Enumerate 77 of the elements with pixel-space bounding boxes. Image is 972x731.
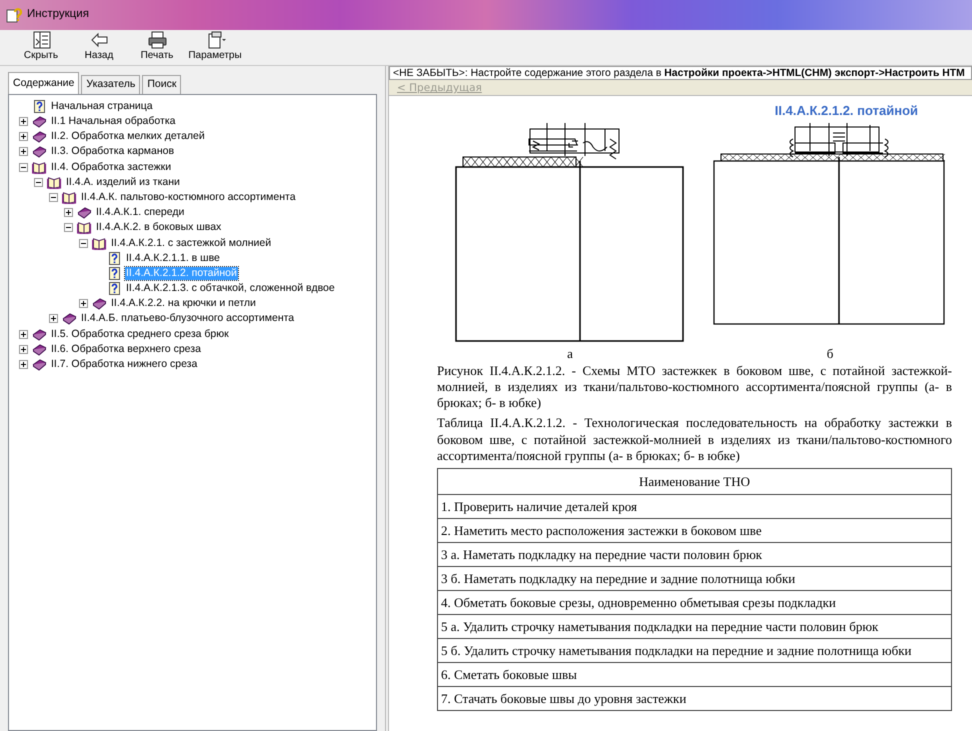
- tree-item[interactable]: II.4.А.К.2.2. на крючки и петли: [110, 297, 257, 310]
- book-icon: [32, 358, 47, 372]
- table-cell: 7. Стачать боковые швы до уровня застежки: [438, 686, 952, 711]
- help-page-icon: [107, 282, 122, 296]
- collapse-icon[interactable]: [49, 192, 58, 202]
- table-cell: 5 а. Удалить строчку наметывания подкладки на передние части половин брюк: [438, 614, 952, 639]
- tree-item[interactable]: II.4.А.К.2.1.3. с обтачкой, сложенной вдвое: [125, 282, 336, 296]
- window-title: Инструкция: [27, 7, 89, 22]
- collapse-icon[interactable]: [79, 238, 88, 248]
- book-icon: [32, 130, 47, 144]
- book-icon: [32, 328, 47, 341]
- help-page-icon: [32, 100, 47, 113]
- notice-text: <НЕ ЗАБЫТЬ>: Настройте содержание этого раздела в Настройки проекта->HTML(CHM) экспорт->Настроить HTM: [389, 66, 972, 80]
- open-book-icon: [32, 160, 47, 174]
- expand-icon[interactable]: [49, 314, 58, 324]
- figure-label: а: [567, 346, 573, 360]
- help-page-icon: [107, 266, 122, 280]
- tree-item[interactable]: II.5. Обработка среднего среза брюк: [50, 328, 230, 341]
- book-icon: [32, 115, 47, 128]
- table-cell: 3 а. Наметать подкладку на передние части половин брюк: [438, 542, 952, 567]
- tree-item[interactable]: II.7. Обработка нижнего среза: [50, 358, 198, 372]
- table-cell: 5 б. Удалить строчку наметывания подкладки на передние и задние полотнища юбки: [438, 638, 952, 663]
- tree-item[interactable]: II.4.А. изделий из ткани: [65, 176, 181, 189]
- tree-item[interactable]: II.4. Обработка застежки: [50, 160, 172, 174]
- expand-icon[interactable]: [19, 344, 28, 354]
- book-icon: [32, 342, 47, 356]
- collapse-icon[interactable]: [64, 223, 73, 232]
- tree-item[interactable]: II.4.А.К. пальтово-костюмного ассортимента: [80, 190, 297, 204]
- book-icon: [77, 206, 92, 220]
- open-book-icon: [47, 176, 62, 189]
- printer-icon: [146, 30, 168, 50]
- tree-item[interactable]: II.4.А.Б. платьево-блузочного ассортимента: [80, 312, 296, 326]
- expand-icon[interactable]: [19, 147, 28, 156]
- figure-label: б: [826, 346, 834, 360]
- hide-pane-icon: [30, 30, 52, 50]
- page-heading: II.4.А.К.2.1.2. потайной: [774, 102, 919, 120]
- tab[interactable]: Указатель: [81, 75, 140, 94]
- tree-item[interactable]: II.3. Обработка карманов: [50, 145, 176, 158]
- table-cell: 1. Проверить наличие деталей кроя: [438, 494, 952, 519]
- open-book-icon: [77, 221, 92, 234]
- tab[interactable]: Поиск: [142, 75, 182, 94]
- tree-item[interactable]: Начальная страница: [50, 100, 154, 113]
- expand-icon[interactable]: [19, 330, 28, 339]
- tree-item[interactable]: II.4.А.К.2.1. с застежкой молнией: [110, 236, 272, 250]
- table-cell: 6. Сметать боковые швы: [438, 662, 952, 687]
- back-arrow-icon: [88, 30, 110, 50]
- expand-icon[interactable]: [19, 360, 28, 370]
- expand-icon[interactable]: [19, 132, 28, 142]
- open-book-icon: [62, 190, 77, 204]
- book-icon: [32, 145, 47, 158]
- help-page-icon: [107, 252, 122, 265]
- table-caption: Таблица II.4.А.К.2.1.2. - Технологическая последовательность на обработку застежки в боковом шве, с потайной застежкой-молнией в изделиях из ткани/пальтово-костюмного ассортимента/поясной группы (а- в брюках; б- в юбке): [437, 415, 952, 464]
- printer-button[interactable]: Печать: [128, 30, 186, 65]
- tab[interactable]: Содержание: [8, 72, 80, 94]
- expand-icon[interactable]: [64, 208, 73, 218]
- collapse-icon[interactable]: [19, 162, 28, 172]
- column-header: Наименование ТНО: [438, 468, 952, 495]
- options-button[interactable]: Параметры: [186, 30, 244, 65]
- tree-item[interactable]: II.6. Обработка верхнего среза: [50, 342, 202, 356]
- tree-item[interactable]: II.4.А.К.2.1.1. в шве: [125, 252, 221, 265]
- open-book-icon: [92, 236, 107, 250]
- table-cell: 4. Обметать боковые срезы, одновременно обметывая срезы подкладки: [438, 590, 952, 615]
- book-icon: [92, 297, 107, 310]
- collapse-icon[interactable]: [34, 178, 43, 187]
- expand-icon[interactable]: [19, 117, 28, 126]
- table-cell: 2. Наметить место расположения застежки в боковом шве: [438, 518, 952, 543]
- tree-item[interactable]: II.1 Начальная обработка: [50, 115, 176, 128]
- table-cell: 3 б. Наметать подкладку на передние и задние полотнища юбки: [438, 566, 952, 591]
- tree-item[interactable]: II.4.А.К.1. спереди: [95, 206, 186, 220]
- hide-pane-button[interactable]: Скрыть: [12, 30, 70, 65]
- help-app-icon: [6, 7, 22, 23]
- tree-item[interactable]: II.2. Обработка мелких деталей: [50, 130, 206, 144]
- tree-item[interactable]: II.4.А.К.2. в боковых швах: [95, 221, 222, 234]
- expand-icon[interactable]: [79, 299, 88, 308]
- back-arrow-button[interactable]: Назад: [70, 30, 128, 65]
- figure-caption: Рисунок II.4.А.К.2.1.2. - Схемы МТО застежкек в боковом шве, с потайной застежкой-молнией, в изделиях из ткани/пальтово-костюмного ассортимента/поясной группы (а- в брюках; б- в юбке): [437, 362, 952, 412]
- book-icon: [62, 312, 77, 326]
